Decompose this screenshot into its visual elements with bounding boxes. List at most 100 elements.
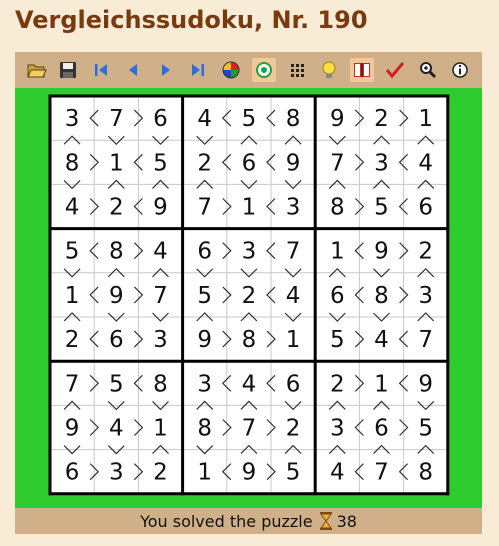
cell-digit[interactable]: 4 (286, 283, 301, 309)
cell-digit[interactable]: 7 (109, 106, 124, 132)
cell-digit[interactable]: 6 (65, 460, 80, 486)
cell-digit[interactable]: 3 (330, 416, 345, 442)
cell-digit[interactable]: 1 (197, 460, 212, 486)
cell-digit[interactable]: 4 (153, 239, 168, 265)
cell-digit[interactable]: 6 (197, 239, 212, 265)
cell-digit[interactable]: 5 (242, 106, 257, 132)
cell-digit[interactable]: 9 (197, 327, 212, 353)
cell-digit[interactable]: 5 (374, 195, 389, 221)
cell-digit[interactable]: 7 (65, 371, 80, 397)
cell-digit[interactable]: 4 (242, 371, 257, 397)
cell-digit[interactable]: 9 (374, 239, 389, 265)
cell-digit[interactable]: 2 (153, 460, 168, 486)
color-wheel-icon[interactable] (219, 58, 243, 82)
cell-digit[interactable]: 9 (242, 460, 257, 486)
cell-digit[interactable]: 9 (330, 106, 345, 132)
last-icon[interactable] (186, 58, 210, 82)
cell-digit[interactable]: 2 (330, 371, 345, 397)
cell-digit[interactable]: 8 (153, 371, 168, 397)
cell-digit[interactable]: 6 (242, 150, 257, 176)
cell-digit[interactable]: 9 (153, 195, 168, 221)
status-text: You solved the puzzle (140, 511, 313, 531)
cell-digit[interactable]: 4 (418, 150, 433, 176)
cell-digit[interactable]: 6 (330, 283, 345, 309)
cell-digit[interactable]: 8 (374, 283, 389, 309)
lightbulb-icon[interactable] (317, 58, 341, 82)
cell-digit[interactable]: 5 (286, 460, 301, 486)
cell-digit[interactable]: 9 (418, 371, 433, 397)
cell-digit[interactable]: 8 (330, 195, 345, 221)
prev-icon[interactable] (121, 58, 145, 82)
cell-digit[interactable]: 6 (418, 195, 433, 221)
cell-digit[interactable]: 1 (109, 150, 124, 176)
cell-digit[interactable]: 8 (418, 460, 433, 486)
next-icon[interactable] (154, 58, 178, 82)
cell-digit[interactable]: 7 (286, 239, 301, 265)
cell-digit[interactable]: 7 (374, 460, 389, 486)
check-icon[interactable] (383, 58, 407, 82)
cell-digit[interactable]: 5 (109, 371, 124, 397)
cell-digit[interactable]: 1 (330, 239, 345, 265)
open-icon[interactable] (25, 58, 49, 82)
cell-digit[interactable]: 6 (153, 106, 168, 132)
cell-digit[interactable]: 4 (109, 416, 124, 442)
cell-digit[interactable]: 3 (374, 150, 389, 176)
cell-digit[interactable]: 3 (242, 239, 257, 265)
cell-digit[interactable]: 3 (109, 460, 124, 486)
save-icon[interactable] (56, 58, 80, 82)
first-icon[interactable] (89, 58, 113, 82)
cell-digit[interactable]: 7 (197, 195, 212, 221)
cell-digit[interactable]: 5 (197, 283, 212, 309)
cell-digit[interactable]: 7 (418, 327, 433, 353)
cell-digit[interactable]: 6 (286, 371, 301, 397)
cell-digit[interactable]: 2 (374, 106, 389, 132)
cell-digit[interactable]: 6 (374, 416, 389, 442)
book-icon[interactable] (350, 58, 374, 82)
sudoku-board[interactable]: 3 7 6 4 5 8 9 2 18 1 5 2 6 9 7 3 44 2 9 7 1 3 8 5 65 8 4 6 3 7 1 9 21 9 7 5… (15, 88, 482, 508)
cell-digit[interactable]: 5 (418, 416, 433, 442)
cell-digit[interactable]: 7 (242, 416, 257, 442)
cell-digit[interactable]: 9 (109, 283, 124, 309)
cell-digit[interactable]: 2 (109, 195, 124, 221)
cell-digit[interactable]: 5 (65, 239, 80, 265)
cell-digit[interactable]: 3 (197, 371, 212, 397)
cell-digit[interactable]: 8 (286, 106, 301, 132)
cell-digit[interactable]: 2 (286, 416, 301, 442)
cell-digit[interactable]: 9 (65, 416, 80, 442)
cell-digit[interactable]: 6 (109, 327, 124, 353)
cell-digit[interactable]: 3 (65, 106, 80, 132)
status-bar: You solved the puzzle 38 (15, 508, 482, 534)
info-icon[interactable] (448, 58, 472, 82)
cell-digit[interactable]: 3 (286, 195, 301, 221)
target-icon[interactable] (252, 58, 276, 82)
cell-digit[interactable]: 1 (374, 371, 389, 397)
cell-digit[interactable]: 2 (418, 239, 433, 265)
cell-digit[interactable]: 8 (109, 239, 124, 265)
cell-digit[interactable]: 1 (286, 327, 301, 353)
cell-digit[interactable]: 8 (197, 416, 212, 442)
cell-digit[interactable]: 1 (242, 195, 257, 221)
cell-digit[interactable]: 2 (197, 150, 212, 176)
zoom-icon[interactable] (416, 58, 440, 82)
cell-digit[interactable]: 2 (242, 283, 257, 309)
hourglass-icon (319, 512, 333, 530)
cell-digit[interactable]: 9 (286, 150, 301, 176)
cell-digit[interactable]: 5 (330, 327, 345, 353)
cell-digit[interactable]: 4 (330, 460, 345, 486)
cell-digit[interactable]: 1 (65, 283, 80, 309)
cell-digit[interactable]: 5 (153, 150, 168, 176)
cell-digit[interactable]: 1 (418, 106, 433, 132)
cell-digit[interactable]: 3 (153, 327, 168, 353)
cell-digit[interactable]: 4 (374, 327, 389, 353)
cell-digit[interactable]: 8 (242, 327, 257, 353)
cell-digit[interactable]: 8 (65, 150, 80, 176)
cell-digit[interactable]: 3 (418, 283, 433, 309)
cell-digit[interactable]: 7 (330, 150, 345, 176)
grid-dots-icon[interactable] (285, 58, 309, 82)
cell-digit[interactable]: 4 (197, 106, 212, 132)
cell-digit[interactable]: 1 (153, 416, 168, 442)
page-title: Vergleichssudoku, Nr. 190 (15, 6, 368, 34)
cell-digit[interactable]: 4 (65, 195, 80, 221)
cell-digit[interactable]: 7 (153, 283, 168, 309)
cell-digit[interactable]: 2 (65, 327, 80, 353)
